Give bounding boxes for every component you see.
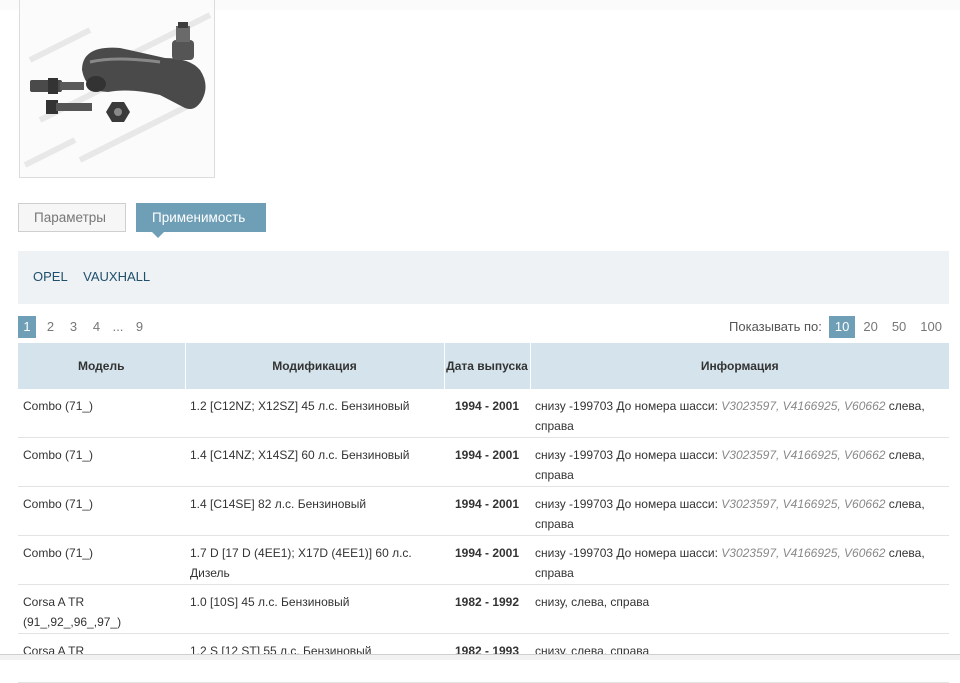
page-1[interactable]: 1 (18, 316, 36, 338)
page-last[interactable]: 9 (128, 316, 151, 338)
model-cell: Combo (71_) (18, 389, 185, 438)
years-cell: 1994 - 2001 (444, 486, 530, 536)
pagination: 1 2 3 4... 9 (18, 316, 151, 338)
ball-joint-illustration (20, 0, 214, 177)
model-cell: Combo (71_) (18, 437, 185, 487)
tab-parameters[interactable]: Параметры (18, 203, 126, 232)
modification-cell: 1.4 [C14SE] 82 л.с. Бензиновый (185, 486, 444, 536)
info-cell: снизу -199703 До номера шасси: V3023597,… (530, 437, 949, 487)
chassis-numbers: V3023597, V4166925, V60662 (721, 546, 886, 560)
years-cell: 1994 - 2001 (444, 389, 530, 438)
years-cell: 1982 - 1992 (444, 584, 530, 634)
chassis-numbers: V3023597, V4166925, V60662 (721, 497, 886, 511)
applicability-table: Модель Модификация Дата выпуска Информац… (18, 343, 949, 683)
info-cell: снизу -199703 До номера шасси: V3023597,… (530, 535, 949, 585)
per-page-20[interactable]: 20 (857, 316, 883, 338)
info-cell: снизу -199703 До номера шасси: V3023597,… (530, 389, 949, 438)
chassis-numbers: V3023597, V4166925, V60662 (721, 448, 886, 462)
tab-applicability-label: Применимость (152, 210, 246, 225)
per-page-label: Показывать по: (729, 319, 822, 334)
bottom-rule (0, 654, 960, 660)
brand-link-opel[interactable]: OPEL (33, 269, 68, 284)
table-row: Combo (71_) 1.4 [C14SE] 82 л.с. Бензиновы… (18, 486, 949, 536)
years-cell: 1994 - 2001 (444, 437, 530, 487)
modification-cell: 1.7 D [17 D (4EE1); X17D (4EE1)] 60 л.с.… (185, 535, 444, 585)
chassis-numbers: V3023597, V4166925, V60662 (721, 399, 886, 413)
info-cell: снизу -199703 До номера шасси: V3023597,… (530, 486, 949, 536)
per-page-10[interactable]: 10 (828, 316, 856, 338)
model-cell: Corsa A TR (91_,92_,96_,97_) (18, 584, 185, 634)
column-header-info[interactable]: Информация (530, 343, 949, 389)
info-cell: снизу, слева, справа (530, 584, 949, 634)
brand-filter-bar: OPEL VAUXHALL (18, 251, 949, 304)
info-text: снизу -199703 До номера шасси: (535, 497, 722, 511)
page-4[interactable]: 4 (85, 316, 108, 338)
info-text: снизу, слева, справа (535, 595, 650, 609)
table-row: Combo (71_) 1.4 [C14NZ; X14SZ] 60 л.с. Бе… (18, 437, 949, 487)
model-cell: Combo (71_) (18, 535, 185, 585)
column-header-date[interactable]: Дата выпуска (444, 343, 531, 389)
tab-applicability[interactable]: Применимость (136, 203, 266, 238)
years-cell: 1994 - 2001 (444, 535, 530, 585)
modification-cell: 1.4 [C14NZ; X14SZ] 60 л.с. Бензиновый (185, 437, 444, 487)
info-text: снизу -199703 До номера шасси: (535, 448, 722, 462)
product-image[interactable] (19, 0, 215, 178)
active-tab-caret (151, 231, 165, 238)
per-page-100[interactable]: 100 (914, 316, 948, 338)
info-text: снизу -199703 До номера шасси: (535, 546, 722, 560)
table-row: Combo (71_) 1.7 D [17 D (4EE1); X17D (4EE… (18, 535, 949, 585)
info-text: снизу -199703 До номера шасси: (535, 399, 722, 413)
table-row: Combo (71_) 1.2 [C12NZ; X12SZ] 45 л.с. Бе… (18, 389, 949, 438)
per-page-selector: Показывать по: 10 20 50 100 (729, 316, 948, 338)
brand-link-vauxhall[interactable]: VAUXHALL (83, 269, 150, 284)
page-3[interactable]: 3 (62, 316, 85, 338)
column-header-modification[interactable]: Модификация (185, 343, 445, 389)
column-header-model[interactable]: Модель (18, 343, 186, 389)
table-header-row: Модель Модификация Дата выпуска Информац… (18, 343, 949, 389)
modification-cell: 1.2 [C12NZ; X12SZ] 45 л.с. Бензиновый (185, 389, 444, 438)
model-cell: Combo (71_) (18, 486, 185, 536)
per-page-50[interactable]: 50 (886, 316, 912, 338)
page-2[interactable]: 2 (39, 316, 62, 338)
page-ellipsis: ... (112, 319, 124, 334)
table-row: Corsa A TR (91_,92_,96_,97_) 1.0 [10S] 45… (18, 584, 949, 634)
modification-cell: 1.0 [10S] 45 л.с. Бензиновый (185, 584, 444, 634)
